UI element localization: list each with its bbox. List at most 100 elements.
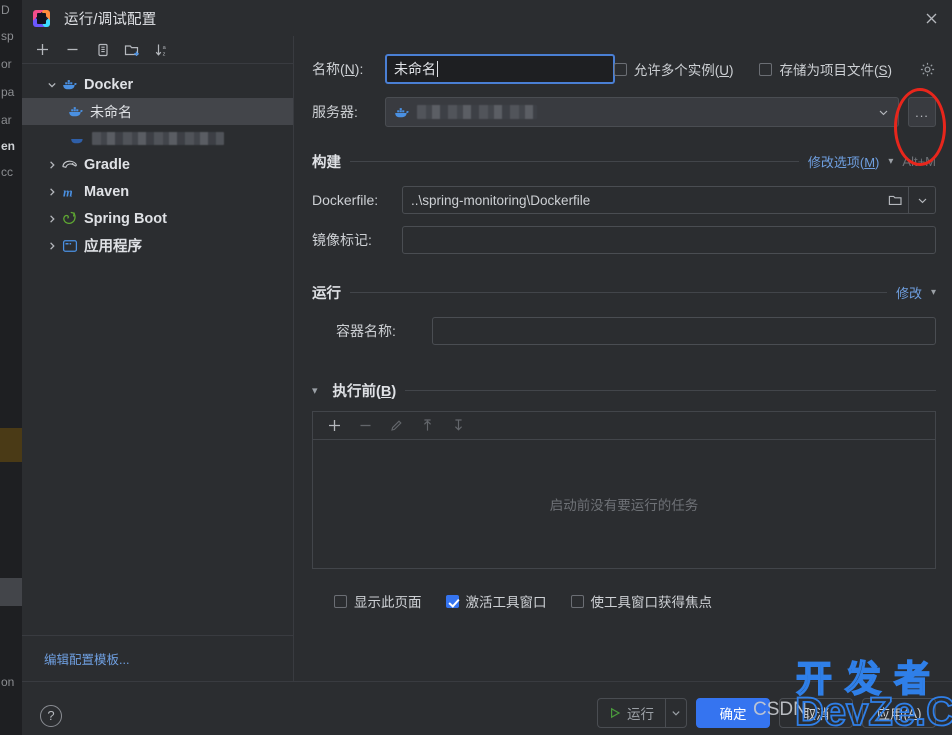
tree-item-redacted[interactable] [22,125,293,151]
tree-item-gradle[interactable]: Gradle [22,151,293,178]
checkbox-box[interactable] [334,594,347,608]
ide-ghost-line: ar [1,113,12,127]
image-tag-label: 镜像标记: [312,232,372,248]
tree-item-maven[interactable]: m Maven [22,178,293,205]
name-input[interactable]: 未命名 [385,54,615,84]
image-tag-input[interactable] [402,226,936,254]
run-section-title: 运行 [312,286,341,302]
close-icon[interactable] [918,6,944,30]
store-as-project-file-label: 存储为项目文件(S) [779,63,892,78]
run-split-button[interactable]: 运行 [597,698,687,728]
gear-icon[interactable] [918,60,936,78]
new-folder-button[interactable] [119,38,146,62]
run-button-label: 运行 [627,707,654,722]
tree-item-label: Gradle [84,156,130,173]
tree-item-application[interactable]: 应用程序 [22,232,293,259]
docker-whale-icon [69,132,86,145]
activate-tool-window-checkbox[interactable]: 激活工具窗口 [445,591,547,611]
ide-background-strip: D sp or pa ar en cc on [0,0,22,735]
apply-button[interactable]: 应用(A) [862,698,936,728]
move-task-down-button[interactable] [445,414,472,438]
edit-configuration-templates-link[interactable]: 编辑配置模板... [44,649,129,668]
chevron-down-icon[interactable] [878,107,890,118]
help-button[interactable]: ? [40,704,62,727]
chevron-right-icon[interactable] [44,160,59,170]
show-this-page-label: 显示此页面 [354,595,422,610]
build-section-title: 构建 [312,155,341,171]
dockerfile-input[interactable]: ..\spring-monitoring\Dockerfile [402,186,936,214]
allow-multiple-instances-checkbox[interactable]: 允许多个实例(U) [613,59,734,79]
spring-leaf-icon [61,211,78,226]
image-tag-row: 镜像标记: [312,226,936,254]
remove-configuration-button[interactable] [59,38,86,62]
add-configuration-button[interactable] [29,38,56,62]
server-selected-value [394,105,878,119]
chevron-down-icon[interactable]: ▾ [888,156,893,167]
dockerfile-row: Dockerfile: ..\spring-monitoring\Dockerf… [312,186,936,214]
folder-icon[interactable] [882,187,908,213]
tree-item-label: Maven [84,183,130,200]
tree-item-docker[interactable]: Docker [22,71,293,98]
allow-multiple-instances-label: 允许多个实例(U) [633,63,734,78]
sort-configurations-button[interactable]: a z [149,38,176,62]
chevron-down-icon[interactable]: ▾ [931,287,936,298]
server-combobox[interactable] [385,97,899,127]
chevron-down-icon[interactable]: ▾ [312,384,318,397]
container-name-input[interactable] [432,317,936,345]
dialog-footer: ? 运行 确定 取消 应用(A) [22,681,952,735]
container-name-label: 容器名称: [336,323,396,339]
ide-ghost-line: cc [1,165,13,179]
server-row: 服务器: ... [312,97,936,127]
before-launch-empty-message: 启动前没有要运行的任务 [549,498,699,513]
edit-task-button[interactable] [383,414,410,438]
configurations-tree[interactable]: Docker 未命名 Gradle m Maven Spring Boot 应用… [22,64,293,635]
section-divider [405,390,936,391]
dockerfile-label: Dockerfile: [312,192,379,208]
name-options-group: 允许多个实例(U) 存储为项目文件(S) [613,54,936,84]
ide-highlight-block-gray [0,578,22,606]
run-modify-link[interactable]: 修改 [896,283,922,302]
chevron-right-icon[interactable] [44,187,59,197]
chevron-down-icon[interactable] [909,187,935,213]
tree-item-label: 应用程序 [84,239,142,255]
checkbox-box[interactable] [570,594,584,608]
footer-action-buttons: 运行 确定 取消 应用(A) [597,698,936,728]
tree-item-unnamed[interactable]: 未命名 [22,98,293,125]
ok-button[interactable]: 确定 [696,698,770,728]
server-browse-button[interactable]: ... [908,97,936,127]
before-launch-task-panel: 启动前没有要运行的任务 [312,411,936,569]
add-task-button[interactable] [321,414,348,438]
name-input-value: 未命名 [394,61,436,77]
tree-item-label: Docker [84,76,134,93]
show-this-page-checkbox[interactable]: 显示此页面 [334,591,422,611]
before-launch-section-header: ▾ 执行前(B) [312,380,936,401]
store-as-project-file-checkbox[interactable]: 存储为项目文件(S) [759,59,892,79]
checkbox-box[interactable] [613,62,627,76]
sidebar-footer: 编辑配置模板... [22,635,293,681]
chevron-right-icon[interactable] [44,214,59,224]
maven-m-icon: m [61,185,78,199]
task-toolbar [313,412,935,440]
configuration-editor-pane: 名称(N): 未命名 允许多个实例(U) 存储为项目文件(S) 服务器: ...… [294,36,952,681]
run-section-header: 运行 修改 ▾ [312,282,936,303]
checkbox-box[interactable] [759,62,773,76]
sidebar-toolbar: a z [22,36,293,64]
chevron-right-icon[interactable] [44,241,59,251]
chevron-down-icon[interactable] [665,698,687,728]
dockerfile-value: ..\spring-monitoring\Dockerfile [411,192,591,208]
checkbox-box[interactable] [445,594,459,608]
tree-item-label: 未命名 [90,103,132,120]
copy-configuration-button[interactable] [89,38,116,62]
modify-options-link[interactable]: 修改选项(M) [808,152,880,171]
ide-ghost-line: or [1,57,12,71]
chevron-down-icon[interactable] [44,80,59,90]
container-name-row: 容器名称: [312,317,936,345]
run-debug-configurations-dialog: 运行/调试配置 a z Docker 未命名 Gradle m Maven Sp… [22,0,952,735]
focus-tool-window-checkbox[interactable]: 使工具窗口获得焦点 [570,591,712,611]
move-task-up-button[interactable] [414,414,441,438]
tree-item-spring-boot[interactable]: Spring Boot [22,205,293,232]
build-section-header: 构建 修改选项(M) ▾ Alt+M [312,151,936,172]
cancel-button[interactable]: 取消 [779,698,853,728]
run-button[interactable]: 运行 [597,698,665,728]
remove-task-button[interactable] [352,414,379,438]
